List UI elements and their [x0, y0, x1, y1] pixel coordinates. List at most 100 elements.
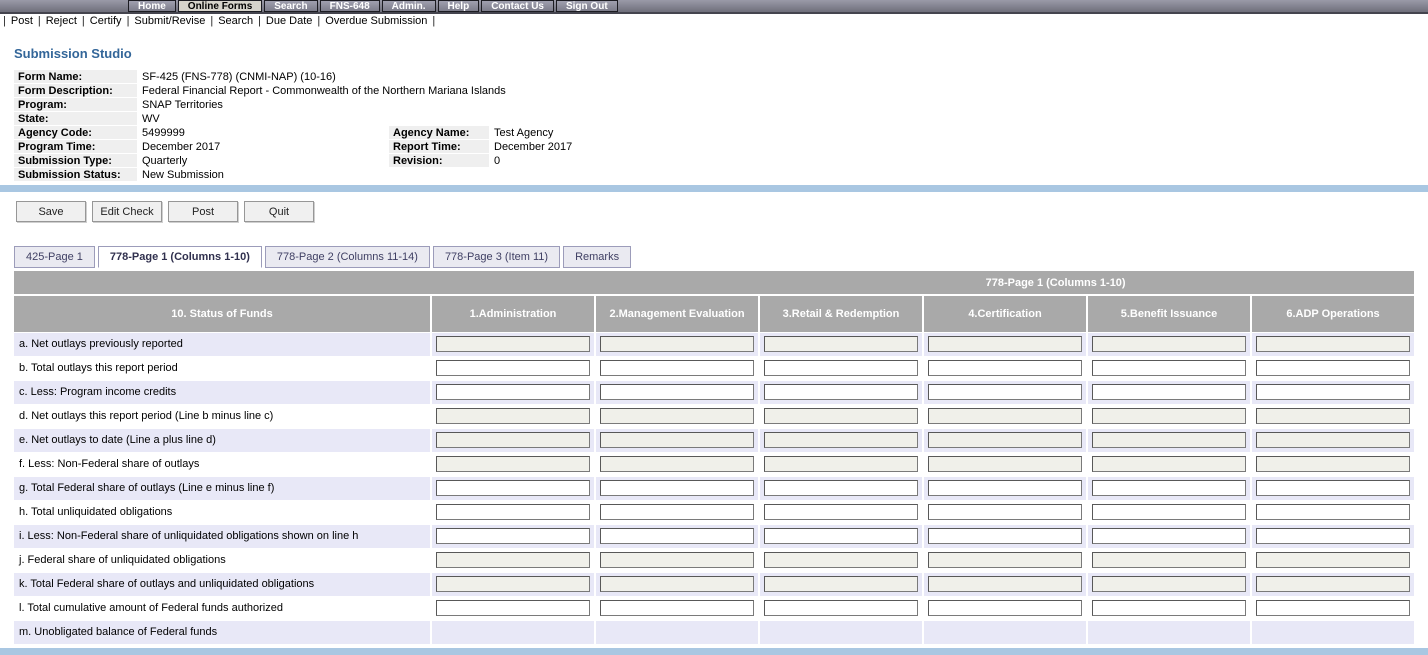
amount-input-i-col4[interactable] — [928, 528, 1082, 544]
table-row-d: d. Net outlays this report period (Line … — [14, 405, 1414, 428]
amount-input-l-col3[interactable] — [764, 600, 918, 616]
amount-input-j-col3 — [764, 552, 918, 568]
tab-778-page-1-columns-1-10[interactable]: 778-Page 1 (Columns 1-10) — [98, 246, 262, 268]
amount-input-g-col6[interactable] — [1256, 480, 1410, 496]
nav-sign-out[interactable]: Sign Out — [556, 0, 618, 12]
amount-input-i-col3[interactable] — [764, 528, 918, 544]
data-cell-k-col3 — [760, 573, 922, 596]
amount-input-h-col5[interactable] — [1092, 504, 1246, 520]
top-nav-bar: HomeOnline FormsSearchFNS-648Admin.HelpC… — [0, 0, 1428, 14]
amount-input-k-col2 — [600, 576, 754, 592]
info-label-program-time: Program Time: — [14, 140, 137, 154]
menu-certify[interactable]: Certify — [90, 15, 122, 27]
nav-admin[interactable]: Admin. — [382, 0, 436, 12]
amount-input-i-col5[interactable] — [1092, 528, 1246, 544]
data-cell-d-col1 — [432, 405, 594, 428]
amount-input-b-col3[interactable] — [764, 360, 918, 376]
info-value-revision: 0 — [489, 154, 500, 168]
amount-input-l-col1[interactable] — [436, 600, 590, 616]
amount-input-b-col2[interactable] — [600, 360, 754, 376]
menu-overdue-submission[interactable]: Overdue Submission — [325, 15, 427, 27]
data-cell-h-col5 — [1088, 501, 1250, 524]
info-label-agency-name: Agency Name: — [389, 126, 489, 140]
data-cell-h-col1 — [432, 501, 594, 524]
amount-input-i-col6[interactable] — [1256, 528, 1410, 544]
row-label-d: d. Net outlays this report period (Line … — [14, 405, 430, 428]
post-button[interactable]: Post — [168, 201, 238, 222]
info-label-form-name: Form Name: — [14, 70, 137, 84]
tab-778-page-3-item-11[interactable]: 778-Page 3 (Item 11) — [433, 246, 560, 268]
row-label-c: c. Less: Program income credits — [14, 381, 430, 404]
data-cell-g-col5 — [1088, 477, 1250, 500]
menu-submit-revise[interactable]: Submit/Revise — [134, 15, 205, 27]
amount-input-c-col4[interactable] — [928, 384, 1082, 400]
form-info-row: State:WV — [14, 112, 1428, 126]
row-label-e: e. Net outlays to date (Line a plus line… — [14, 429, 430, 452]
menu-search[interactable]: Search — [218, 15, 253, 27]
column-header-1-administration: 1.Administration — [432, 296, 594, 332]
nav-search[interactable]: Search — [264, 0, 317, 12]
amount-input-g-col2[interactable] — [600, 480, 754, 496]
nav-fns-648[interactable]: FNS-648 — [320, 0, 380, 12]
grid-body: a. Net outlays previously reportedb. Tot… — [14, 333, 1414, 644]
nav-contact-us[interactable]: Contact Us — [481, 0, 554, 12]
amount-input-b-col1[interactable] — [436, 360, 590, 376]
tab-remarks[interactable]: Remarks — [563, 246, 631, 268]
nav-home[interactable]: Home — [128, 0, 176, 12]
amount-input-a-col6 — [1256, 336, 1410, 352]
amount-input-h-col3[interactable] — [764, 504, 918, 520]
info-value-form-name: SF-425 (FNS-778) (CNMI-NAP) (10-16) — [137, 70, 336, 84]
amount-input-g-col1[interactable] — [436, 480, 590, 496]
amount-input-b-col5[interactable] — [1092, 360, 1246, 376]
amount-input-g-col4[interactable] — [928, 480, 1082, 496]
amount-input-c-col5[interactable] — [1092, 384, 1246, 400]
quit-button[interactable]: Quit — [244, 201, 314, 222]
amount-input-g-col3[interactable] — [764, 480, 918, 496]
amount-input-c-col3[interactable] — [764, 384, 918, 400]
amount-input-b-col6[interactable] — [1256, 360, 1410, 376]
amount-input-j-col5 — [1092, 552, 1246, 568]
menu-separator: | — [210, 15, 213, 27]
amount-input-c-col6[interactable] — [1256, 384, 1410, 400]
amount-input-h-col1[interactable] — [436, 504, 590, 520]
column-header-2-management-evaluation: 2.Management Evaluation — [596, 296, 758, 332]
amount-input-l-col4[interactable] — [928, 600, 1082, 616]
form-info-row: Form Description:Federal Financial Repor… — [14, 84, 1428, 98]
info-label-submission-status: Submission Status: — [14, 168, 137, 182]
amount-input-l-col5[interactable] — [1092, 600, 1246, 616]
amount-input-c-col1[interactable] — [436, 384, 590, 400]
amount-input-g-col5[interactable] — [1092, 480, 1246, 496]
save-button[interactable]: Save — [16, 201, 86, 222]
edit-check-button[interactable]: Edit Check — [92, 201, 162, 222]
amount-input-l-col2[interactable] — [600, 600, 754, 616]
amount-input-j-col1 — [436, 552, 590, 568]
data-cell-c-col4 — [924, 381, 1086, 404]
amount-input-i-col2[interactable] — [600, 528, 754, 544]
data-cell-a-col5 — [1088, 333, 1250, 356]
info-value-agency-name: Test Agency — [489, 126, 553, 140]
data-cell-b-col6 — [1252, 357, 1414, 380]
amount-input-b-col4[interactable] — [928, 360, 1082, 376]
data-cell-l-col5 — [1088, 597, 1250, 620]
row-label-h: h. Total unliquidated obligations — [14, 501, 430, 524]
menu-due-date[interactable]: Due Date — [266, 15, 312, 27]
data-cell-g-col6 — [1252, 477, 1414, 500]
table-row-j: j. Federal share of unliquidated obligat… — [14, 549, 1414, 572]
tab-778-page-2-columns-11-14[interactable]: 778-Page 2 (Columns 11-14) — [265, 246, 430, 268]
data-cell-k-col2 — [596, 573, 758, 596]
amount-input-h-col4[interactable] — [928, 504, 1082, 520]
amount-input-i-col1[interactable] — [436, 528, 590, 544]
amount-input-l-col6[interactable] — [1256, 600, 1410, 616]
row-label-l: l. Total cumulative amount of Federal fu… — [14, 597, 430, 620]
nav-help[interactable]: Help — [438, 0, 480, 12]
amount-input-h-col2[interactable] — [600, 504, 754, 520]
divider-bar-bottom — [0, 648, 1428, 655]
nav-online-forms[interactable]: Online Forms — [178, 0, 262, 12]
menu-reject[interactable]: Reject — [46, 15, 77, 27]
amount-input-f-col6 — [1256, 456, 1410, 472]
amount-input-c-col2[interactable] — [600, 384, 754, 400]
tab-425-page-1[interactable]: 425-Page 1 — [14, 246, 95, 268]
menu-post[interactable]: Post — [11, 15, 33, 27]
amount-input-h-col6[interactable] — [1256, 504, 1410, 520]
data-cell-g-col3 — [760, 477, 922, 500]
